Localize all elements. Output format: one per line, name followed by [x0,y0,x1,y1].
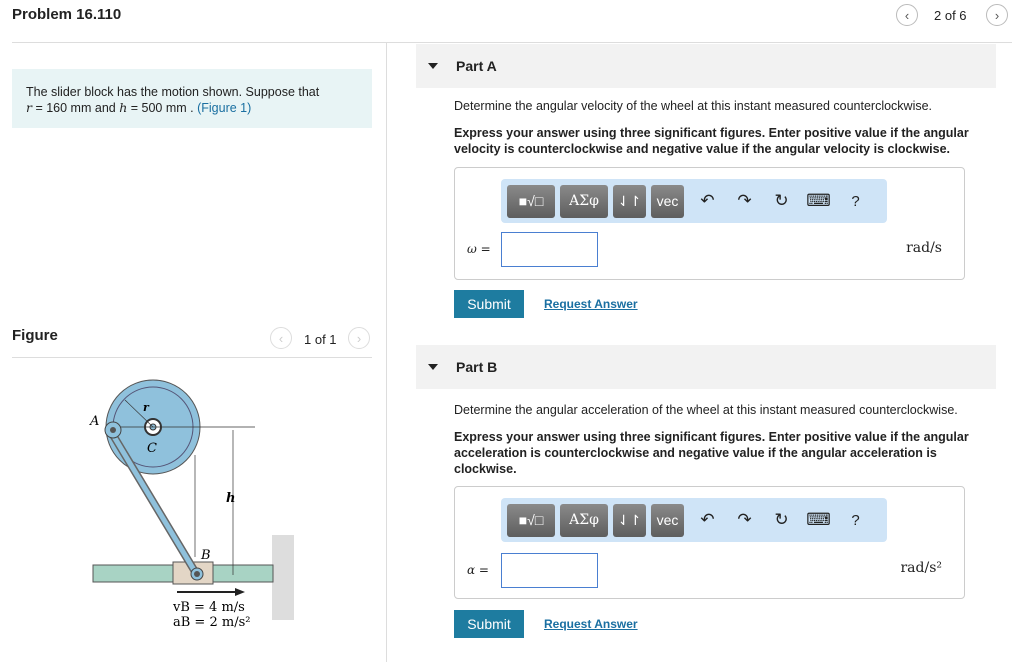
part-a-instructions: Express your answer using three signific… [454,126,969,156]
part-a-request-answer-link[interactable]: Request Answer [544,297,638,311]
templates-button[interactable]: ■√□ [507,184,555,218]
problem-title: Problem 16.110 [12,6,122,23]
part-a-question: Determine the angular velocity of the wh… [454,99,933,113]
figure-label: Figure [12,327,58,344]
svg-text:vB = 4 m/s: vB = 4 m/s [172,600,245,615]
svg-text:h: h [226,491,235,506]
subscript-button[interactable]: ⇃↾ [613,184,646,218]
templates-button[interactable]: ■√□ [507,503,555,537]
subscript-button[interactable]: ⇃↾ [613,503,646,537]
column-divider [386,42,387,662]
greek-button[interactable]: ΑΣφ [560,503,608,537]
unit-label: rad/s² [900,560,942,576]
next-problem-button[interactable]: › [986,4,1008,26]
part-b-header[interactable]: Part B [416,345,996,389]
omega-label: ω = [467,242,491,256]
part-b-instructions: Express your answer using three signific… [454,430,969,476]
part-a-submit-button[interactable]: Submit [454,290,524,318]
figure-pager: 1 of 1 [304,332,337,347]
part-b-answer-box: ■√□ ΑΣφ ⇃↾ vec ↶ ↷ ↻ ⌨ ? α = rad/s² [454,486,965,599]
figure-divider [12,357,372,358]
part-b-question: Determine the angular acceleration of th… [454,403,958,417]
undo-icon[interactable]: ↶ [689,191,726,211]
svg-text:C: C [147,441,157,456]
keyboard-icon[interactable]: ⌨ [800,191,837,211]
prev-problem-button[interactable]: ‹ [896,4,918,26]
collapse-icon [428,63,438,69]
math-toolbar: ■√□ ΑΣφ ⇃↾ vec ↶ ↷ ↻ ⌨ ? [501,179,887,223]
svg-text:aB = 2 m/s²: aB = 2 m/s² [173,615,250,630]
vec-button[interactable]: vec [651,503,684,537]
unit-label: rad/s [906,240,942,256]
next-figure-button[interactable]: › [348,327,370,349]
alpha-input[interactable] [501,553,598,588]
redo-icon[interactable]: ↷ [726,191,763,211]
figure-link[interactable]: (Figure 1) [197,101,251,115]
redo-icon[interactable]: ↷ [726,510,763,530]
svg-text:B: B [200,548,211,563]
problem-pager: 2 of 6 [934,8,967,23]
keyboard-icon[interactable]: ⌨ [800,510,837,530]
omega-input[interactable] [501,232,598,267]
part-a-header[interactable]: Part A [416,44,996,88]
prev-figure-button[interactable]: ‹ [270,327,292,349]
reset-icon[interactable]: ↻ [763,510,800,530]
svg-text:A: A [89,414,99,429]
alpha-label: α = [467,563,489,577]
part-b-submit-button[interactable]: Submit [454,610,524,638]
vec-button[interactable]: vec [651,184,684,218]
help-icon[interactable]: ? [837,512,874,529]
collapse-icon [428,364,438,370]
part-b-request-answer-link[interactable]: Request Answer [544,617,638,631]
header-divider [12,42,1012,43]
figure-diagram: A C r h B vB = 4 m/s aB = 2 m/s² [89,379,294,630]
part-a-answer-box: ■√□ ΑΣφ ⇃↾ vec ↶ ↷ ↻ ⌨ ? ω = rad/s [454,167,965,280]
wall [272,535,294,620]
greek-button[interactable]: ΑΣφ [560,184,608,218]
undo-icon[interactable]: ↶ [689,510,726,530]
math-toolbar: ■√□ ΑΣφ ⇃↾ vec ↶ ↷ ↻ ⌨ ? [501,498,887,542]
help-icon[interactable]: ? [837,193,874,210]
reset-icon[interactable]: ↻ [763,191,800,211]
problem-statement: The slider block has the motion shown. S… [12,69,372,128]
